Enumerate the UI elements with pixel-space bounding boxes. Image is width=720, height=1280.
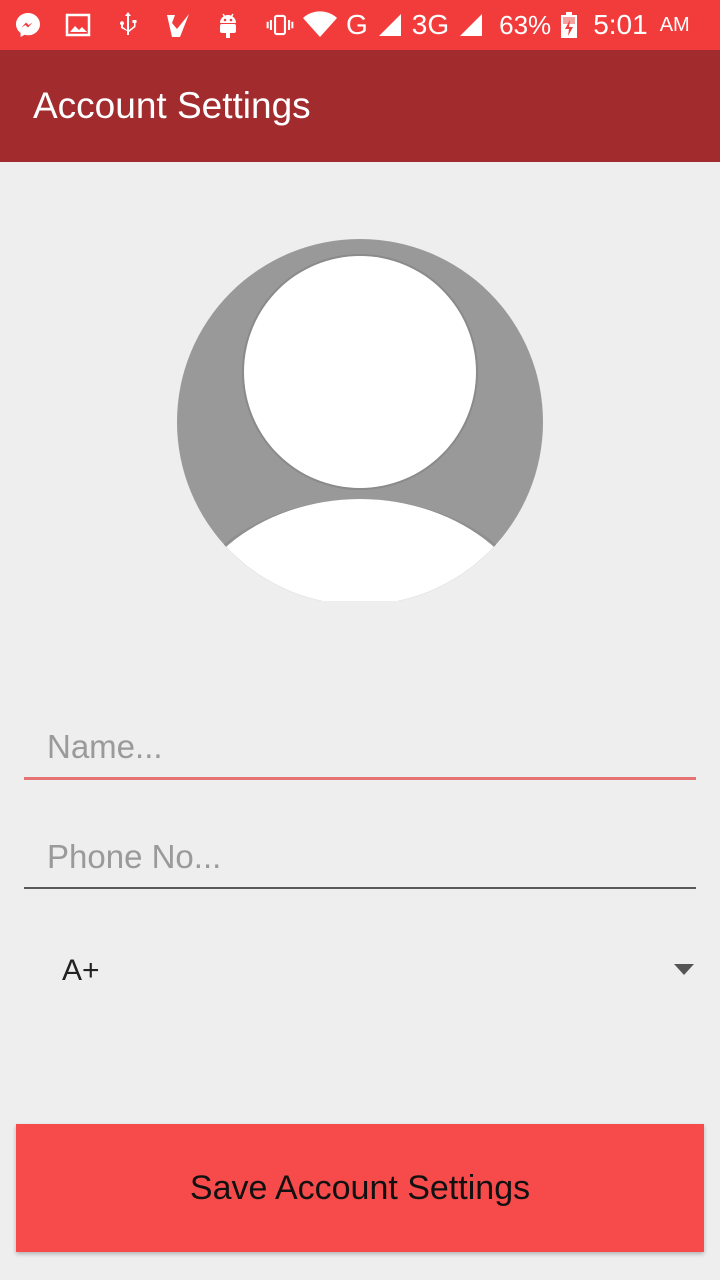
clock-ampm: AM xyxy=(659,13,690,36)
check-app-icon xyxy=(164,11,192,39)
name-input[interactable] xyxy=(24,717,696,777)
phone-field-container xyxy=(24,827,696,889)
dropdown-arrow-icon xyxy=(674,964,694,975)
save-account-settings-button[interactable]: Save Account Settings xyxy=(16,1124,704,1252)
signal-icon xyxy=(457,11,485,39)
default-avatar-icon xyxy=(177,239,543,605)
image-icon xyxy=(64,11,92,39)
vibrate-icon xyxy=(266,11,294,39)
name-field-container xyxy=(24,717,696,780)
page-title: Account Settings xyxy=(33,85,311,126)
messenger-icon xyxy=(14,11,42,39)
android-icon xyxy=(214,11,242,39)
network-type-3g: 3G xyxy=(411,9,450,40)
phone-input[interactable] xyxy=(24,827,696,887)
profile-avatar[interactable] xyxy=(177,239,543,605)
battery-charging-icon xyxy=(559,11,579,39)
battery-percent: 63% xyxy=(499,9,552,40)
blood-group-selected: A+ xyxy=(62,954,100,987)
usb-icon xyxy=(114,11,142,39)
status-bar: G 3G 63% 5:01 AM xyxy=(0,0,720,50)
network-type-g: G xyxy=(346,9,368,40)
wifi-icon xyxy=(302,11,338,39)
signal-icon xyxy=(376,11,404,39)
blood-group-spinner[interactable]: A+ xyxy=(24,940,696,1002)
clock-time: 5:01 xyxy=(593,9,648,40)
app-bar: Account Settings xyxy=(0,50,720,162)
